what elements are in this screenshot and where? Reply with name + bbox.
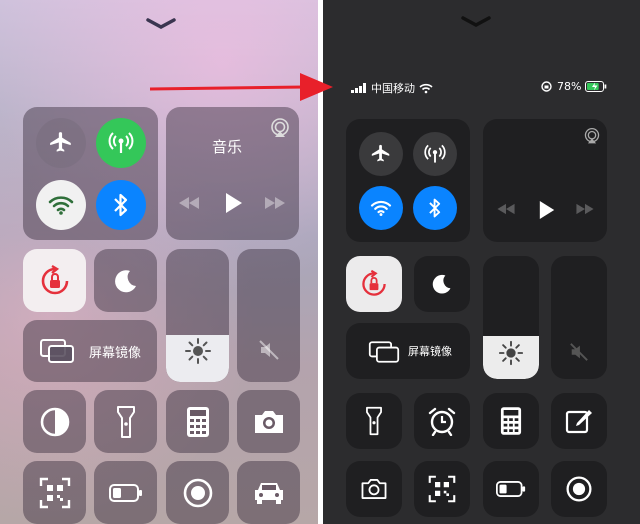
annotation-arrow	[149, 73, 333, 101]
